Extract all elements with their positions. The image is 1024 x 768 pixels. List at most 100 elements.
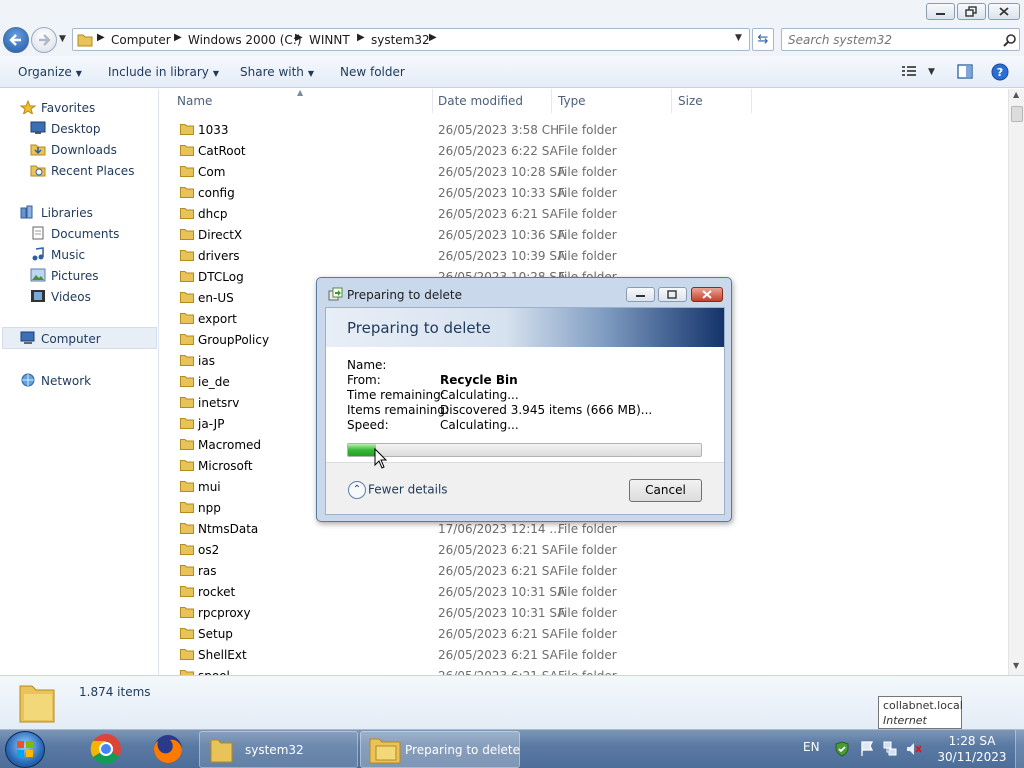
table-row[interactable]: rpcproxy 26/05/2023 10:31 SA File folder: [160, 602, 1008, 623]
chrome-taskbar-button[interactable]: [84, 731, 128, 768]
firefox-taskbar-button[interactable]: [146, 731, 190, 768]
refresh-button[interactable]: ⇆: [752, 28, 774, 51]
table-row[interactable]: DirectX 26/05/2023 10:36 SA File folder: [160, 224, 1008, 245]
folder-icon: [19, 685, 55, 723]
address-row: ▼ ▶ Computer ▶ Windows 2000 (C:) ▶ WINNT…: [0, 24, 1024, 56]
table-row[interactable]: Com 26/05/2023 10:28 SA File folder: [160, 161, 1008, 182]
search-icon[interactable]: [1003, 33, 1017, 47]
table-row[interactable]: rocket 26/05/2023 10:31 SA File folder: [160, 581, 1008, 602]
scroll-up-icon[interactable]: ▲: [1013, 90, 1019, 99]
forward-button[interactable]: [31, 27, 57, 53]
nav-music-label: Music: [51, 248, 86, 262]
file-name: rocket: [198, 585, 236, 599]
table-row[interactable]: ShellExt 26/05/2023 6:21 SA File folder: [160, 644, 1008, 665]
breadcrumb-computer[interactable]: Computer: [111, 33, 171, 47]
folder-icon: [180, 418, 194, 429]
view-options-button[interactable]: ▼: [901, 64, 935, 81]
folder-icon: [180, 334, 194, 345]
breadcrumb-winnt[interactable]: WINNT: [309, 33, 350, 47]
vertical-scrollbar[interactable]: ▲ ▼: [1008, 89, 1024, 675]
column-header-type[interactable]: Type: [558, 94, 586, 108]
taskbar-button-preparing-to-delete[interactable]: Preparing to delete: [360, 731, 520, 768]
breadcrumb-separator-icon[interactable]: ▶: [357, 32, 365, 43]
address-bar[interactable]: ▶ Computer ▶ Windows 2000 (C:) ▶ WINNT ▶…: [72, 28, 750, 51]
dialog-close-button[interactable]: [691, 287, 723, 302]
column-header-name[interactable]: Name: [177, 94, 212, 108]
folder-icon: [180, 313, 194, 324]
cancel-button[interactable]: Cancel: [629, 479, 702, 502]
column-divider[interactable]: [551, 89, 552, 113]
organize-button[interactable]: Organize ▼: [18, 65, 82, 79]
breadcrumb-separator-icon[interactable]: ▶: [174, 32, 182, 43]
table-row[interactable]: CatRoot 26/05/2023 6:22 SA File folder: [160, 140, 1008, 161]
file-name: en-US: [198, 291, 234, 305]
refresh-icon: ⇆: [757, 32, 769, 47]
address-dropdown-icon[interactable]: ▼: [735, 33, 742, 43]
folder-icon: [180, 544, 194, 555]
column-header-size[interactable]: Size: [678, 94, 703, 108]
table-row[interactable]: config 26/05/2023 10:33 SA File folder: [160, 182, 1008, 203]
minimize-button[interactable]: [926, 3, 955, 20]
file-type: File folder: [558, 522, 617, 536]
fewer-details-toggle[interactable]: ⌃ Fewer details: [348, 481, 448, 499]
folder-icon: [180, 292, 194, 303]
column-header-date-modified[interactable]: Date modified: [438, 94, 523, 108]
file-name: dhcp: [198, 207, 228, 221]
breadcrumb-separator-icon[interactable]: ▶: [295, 32, 303, 43]
dialog-header-banner: Preparing to delete: [326, 308, 724, 347]
column-header-row: ▲ Name Date modified Type Size: [160, 89, 1008, 113]
start-button[interactable]: [5, 731, 45, 768]
search-input[interactable]: [788, 32, 998, 48]
breadcrumb-drive-c[interactable]: Windows 2000 (C:): [188, 33, 302, 47]
file-name: 1033: [198, 123, 229, 137]
column-divider[interactable]: [432, 89, 433, 113]
table-row[interactable]: spool26/05/2023 6:21 SAFile folder: [160, 665, 1008, 675]
help-icon[interactable]: ?: [991, 63, 1009, 81]
time-remaining-value: Calculating...: [440, 388, 519, 402]
new-folder-button[interactable]: New folder: [340, 65, 405, 79]
recent-pages-dropdown-icon[interactable]: ▼: [59, 34, 66, 44]
dialog-minimize-button[interactable]: [626, 287, 655, 302]
column-divider[interactable]: [751, 89, 752, 113]
include-in-library-button[interactable]: Include in library ▼: [108, 65, 219, 79]
chrome-icon: [90, 734, 121, 765]
table-row[interactable]: ras 26/05/2023 6:21 SA File folder: [160, 560, 1008, 581]
system-clock[interactable]: 1:28 SA 30/11/2023: [932, 733, 1012, 765]
action-center-flag-icon[interactable]: [859, 741, 875, 757]
folder-icon: [180, 628, 194, 639]
restore-button[interactable]: [957, 3, 986, 20]
language-indicator[interactable]: EN: [803, 740, 820, 754]
breadcrumb-system32[interactable]: system32: [371, 33, 430, 47]
taskbar-button-system32[interactable]: system32: [199, 731, 358, 768]
security-shield-icon[interactable]: [834, 741, 850, 757]
desktop-screen: ▼ ▶ Computer ▶ Windows 2000 (C:) ▶ WINNT…: [0, 0, 1024, 768]
preview-pane-icon[interactable]: [957, 64, 973, 79]
file-date-modified: 26/05/2023 10:36 SA: [438, 228, 566, 242]
search-box[interactable]: [781, 28, 1020, 51]
volume-muted-icon[interactable]: [906, 741, 922, 757]
table-row[interactable]: Setup 26/05/2023 6:21 SA File folder: [160, 623, 1008, 644]
show-desktop-button[interactable]: [1015, 730, 1024, 768]
table-row[interactable]: 1033 26/05/2023 3:58 CH File folder: [160, 119, 1008, 140]
breadcrumb-separator-icon[interactable]: ▶: [429, 32, 437, 43]
file-name: ie_de: [198, 375, 230, 389]
column-divider[interactable]: [671, 89, 672, 113]
clock-time: 1:28 SA: [948, 734, 996, 748]
organize-label: Organize: [18, 65, 72, 79]
file-type: File folder: [558, 186, 617, 200]
dialog-maximize-button[interactable]: [658, 287, 687, 302]
recent-places-icon: [30, 165, 46, 177]
table-row[interactable]: os2 26/05/2023 6:21 SA File folder: [160, 539, 1008, 560]
table-row[interactable]: drivers 26/05/2023 10:39 SA File folder: [160, 245, 1008, 266]
network-icon[interactable]: [882, 741, 898, 757]
table-row[interactable]: dhcp 26/05/2023 6:21 SA File folder: [160, 203, 1008, 224]
back-button[interactable]: [3, 27, 29, 53]
file-date-modified: 26/05/2023 6:21 SA: [438, 543, 558, 557]
file-name: Macromed: [198, 438, 262, 452]
close-button[interactable]: [988, 3, 1020, 20]
scroll-down-icon[interactable]: ▼: [1013, 661, 1019, 670]
share-with-button[interactable]: Share with ▼: [240, 65, 314, 79]
from-value: Recycle Bin: [440, 373, 518, 387]
folder-icon: [180, 124, 194, 135]
scrollbar-thumb[interactable]: [1011, 106, 1023, 122]
